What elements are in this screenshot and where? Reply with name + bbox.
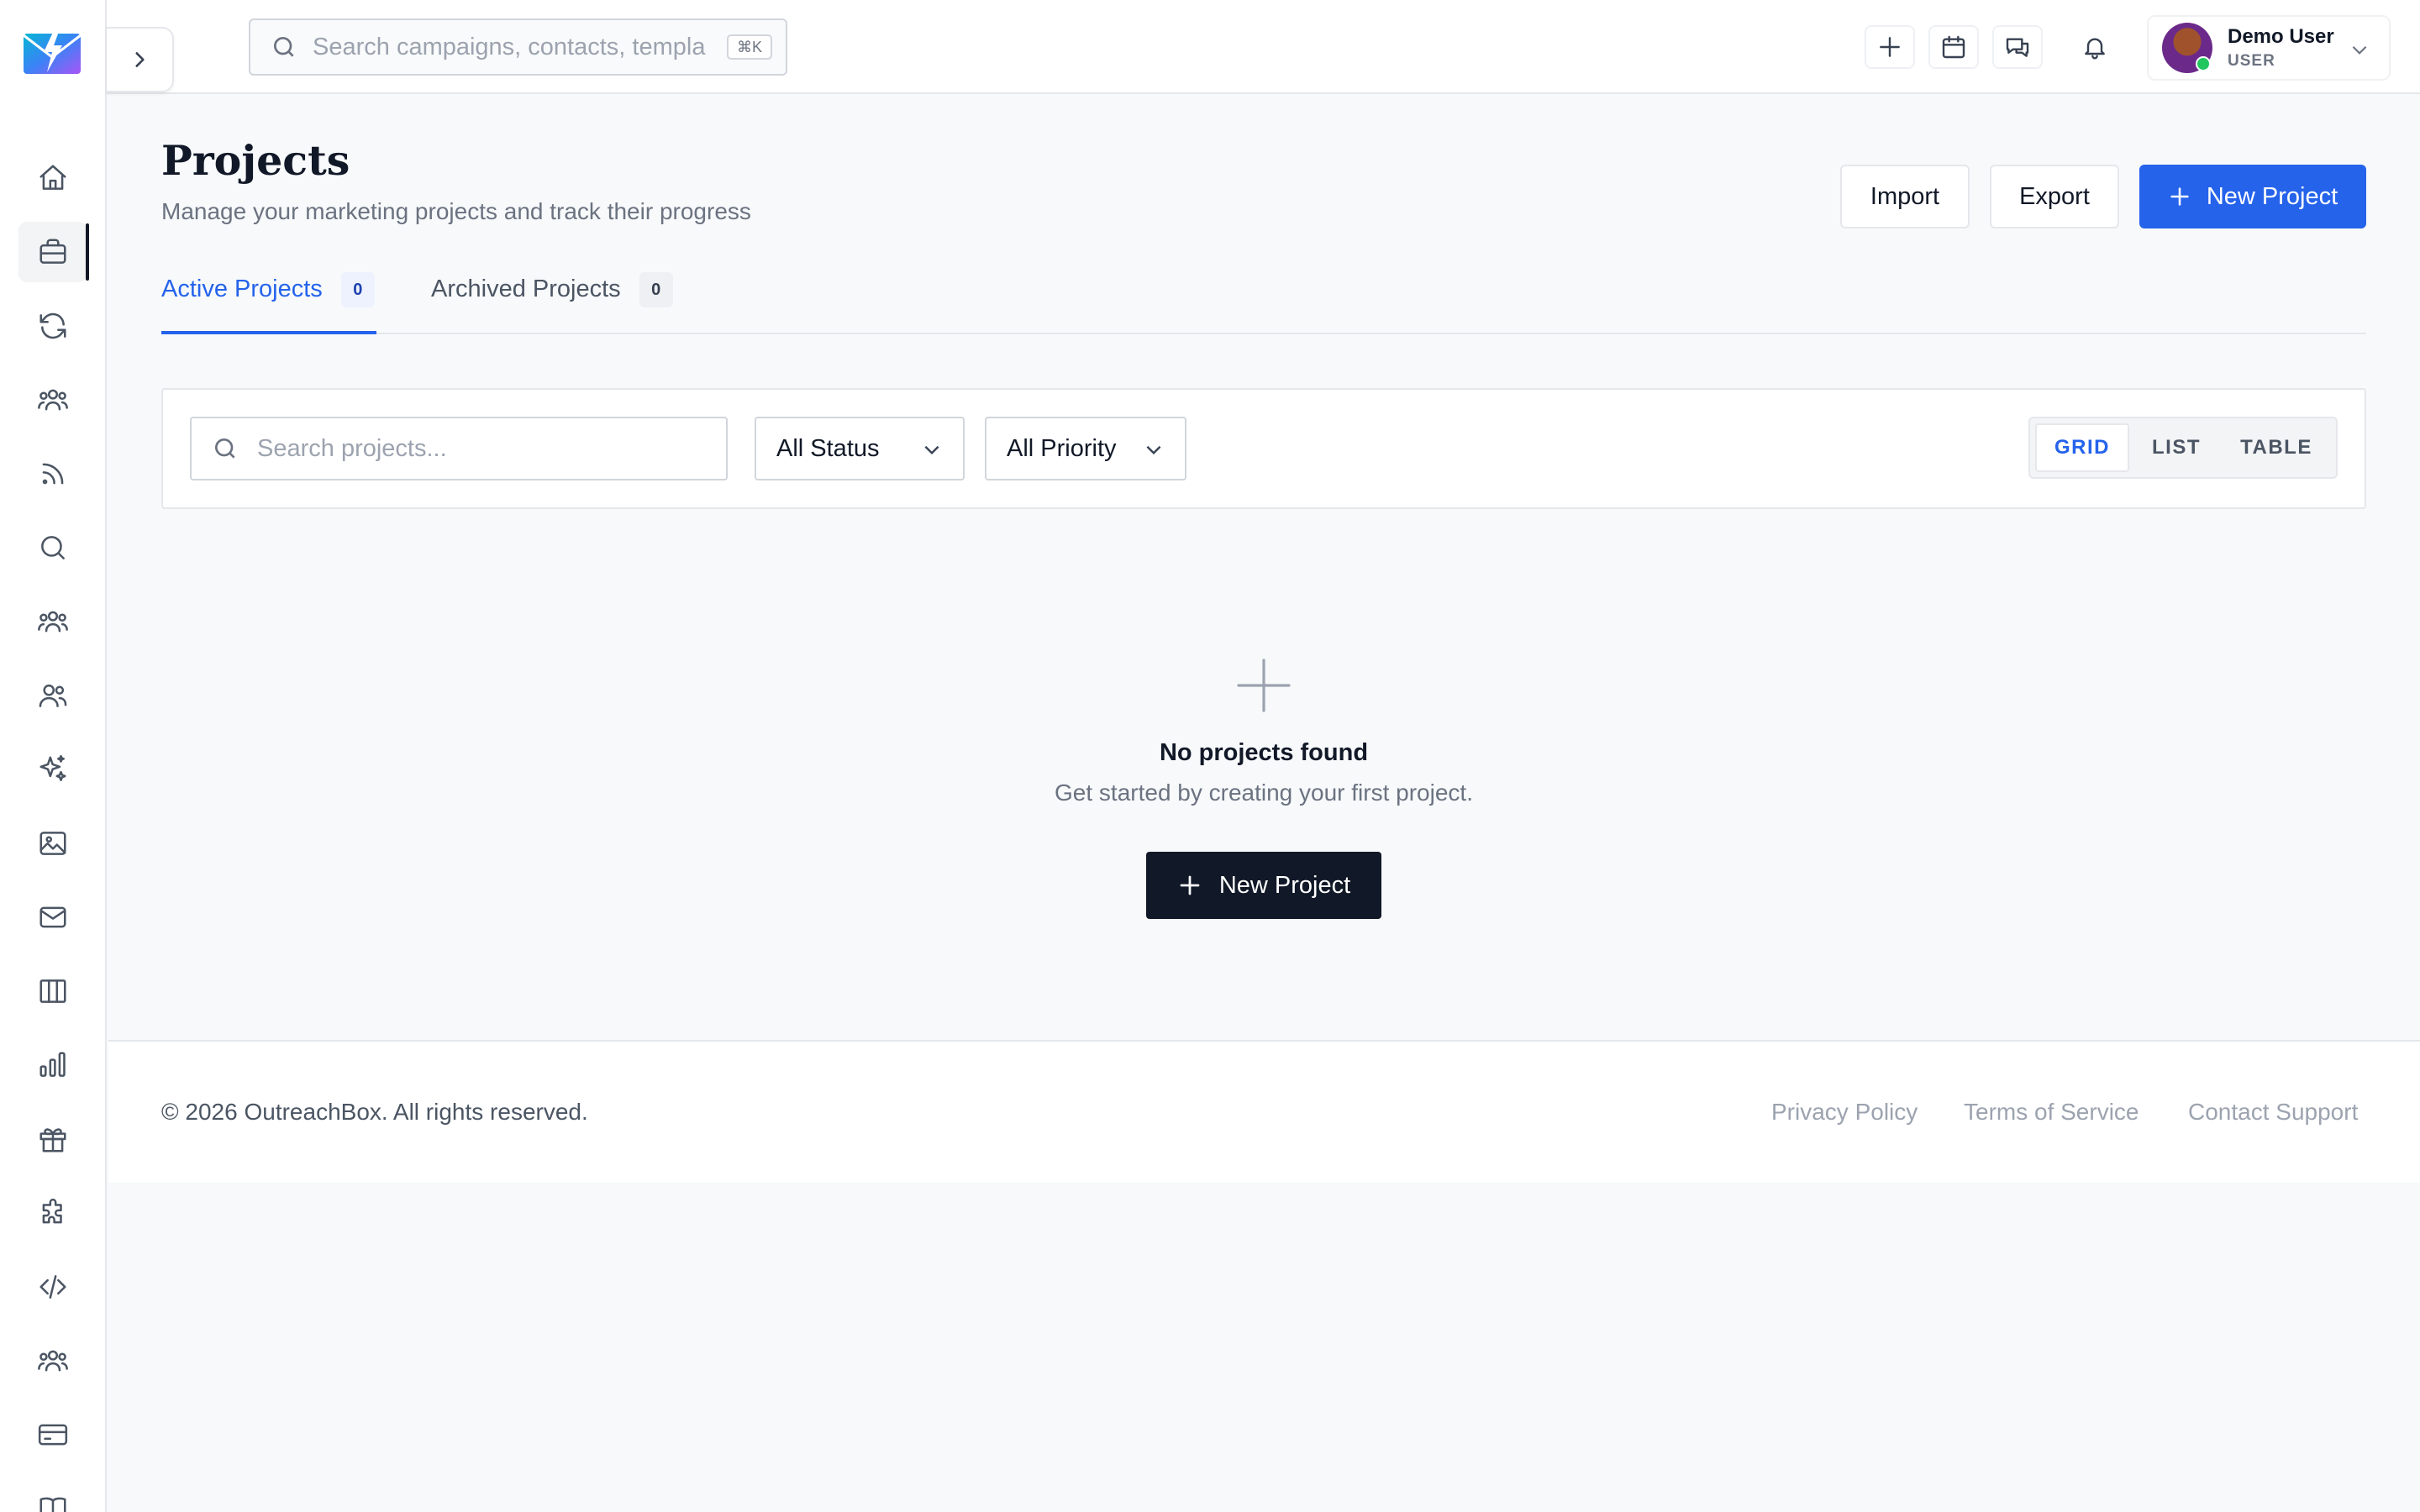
page-subtitle: Manage your marketing projects and track… bbox=[161, 198, 751, 224]
view-grid-button[interactable]: GRID bbox=[2035, 423, 2129, 472]
calendar-icon bbox=[1942, 35, 1965, 59]
users-group-icon bbox=[38, 611, 68, 633]
new-project-label: New Project bbox=[2206, 182, 2338, 210]
gift-icon bbox=[39, 1128, 66, 1152]
user-role: USER bbox=[2228, 52, 2275, 70]
sidebar-item-search[interactable] bbox=[18, 517, 87, 578]
empty-state-new-project-button[interactable]: New Project bbox=[1146, 852, 1381, 919]
view-mode-toggle: GRID LIST TABLE bbox=[2028, 417, 2338, 479]
terms-of-service-link[interactable]: Terms of Service bbox=[1964, 1099, 2139, 1126]
priority-filter-select[interactable]: All Priority bbox=[985, 417, 1186, 480]
users-icon bbox=[39, 684, 67, 707]
sidebar-item-boards[interactable] bbox=[18, 961, 87, 1021]
sidebar-item-automations[interactable] bbox=[18, 296, 87, 356]
view-table-button[interactable]: TABLE bbox=[2223, 423, 2329, 472]
calendar-button[interactable] bbox=[1928, 25, 1979, 69]
sidebar-item-projects[interactable] bbox=[18, 222, 89, 282]
sidebar-item-contacts[interactable] bbox=[18, 665, 87, 726]
plus-icon bbox=[1237, 659, 1291, 712]
bar-chart-icon bbox=[39, 1052, 66, 1077]
status-filter-select[interactable]: All Status bbox=[755, 417, 965, 480]
tab-label: Archived Projects bbox=[431, 276, 621, 302]
global-search-placeholder: Search campaigns, contacts, templa bbox=[313, 33, 706, 60]
copyright-text: © 2026 OutreachBox. All rights reserved. bbox=[161, 1099, 588, 1125]
sidebar-item-developer[interactable] bbox=[18, 1257, 87, 1317]
import-button[interactable]: Import bbox=[1840, 165, 1970, 228]
sidebar-item-docs[interactable] bbox=[18, 1478, 87, 1512]
search-icon bbox=[274, 37, 294, 57]
chevron-down-icon bbox=[1146, 445, 1161, 455]
empty-state-title: No projects found bbox=[1159, 739, 1369, 766]
project-search-input[interactable]: Search projects... bbox=[190, 417, 728, 480]
sidebar-item-email[interactable] bbox=[18, 887, 87, 948]
top-header: Search campaigns, contacts, templa ⌘K De… bbox=[107, 0, 2420, 94]
tab-count-badge: 0 bbox=[340, 272, 375, 307]
code-icon bbox=[39, 1275, 66, 1299]
credit-card-icon bbox=[38, 1424, 68, 1446]
notifications-button[interactable] bbox=[2070, 25, 2120, 69]
plus-icon bbox=[2170, 187, 2189, 206]
filter-bar: Search projects... All Status All Priori… bbox=[161, 388, 2366, 509]
sidebar-item-analytics[interactable] bbox=[18, 1035, 87, 1095]
tab-archived-projects[interactable]: Archived Projects 0 bbox=[431, 267, 683, 334]
mail-icon bbox=[39, 906, 66, 928]
global-search-input[interactable]: Search campaigns, contacts, templa ⌘K bbox=[249, 18, 787, 76]
app-logo-icon[interactable] bbox=[22, 25, 82, 76]
puzzle-icon bbox=[42, 1198, 62, 1224]
users-group-icon bbox=[38, 1350, 68, 1372]
plus-icon bbox=[1880, 37, 1900, 57]
tab-count-badge: 0 bbox=[639, 272, 673, 307]
new-project-button[interactable]: New Project bbox=[2139, 165, 2366, 228]
search-icon bbox=[215, 438, 235, 459]
empty-state-button-label: New Project bbox=[1218, 871, 1351, 899]
sidebar-toggle-button[interactable] bbox=[107, 27, 174, 92]
sidebar-item-teams[interactable] bbox=[18, 591, 87, 652]
project-tabs: Active Projects 0 Archived Projects 0 bbox=[161, 267, 2366, 334]
chat-icon bbox=[2006, 38, 2029, 57]
home-icon bbox=[39, 165, 66, 190]
status-filter-value: All Status bbox=[776, 434, 880, 462]
rss-icon bbox=[42, 463, 64, 485]
search-icon bbox=[41, 536, 65, 559]
users-group-icon bbox=[38, 389, 68, 411]
page-title: Projects bbox=[161, 136, 350, 185]
refresh-icon bbox=[39, 312, 66, 339]
sidebar-item-integrations[interactable] bbox=[18, 1183, 87, 1243]
sidebar-item-home[interactable] bbox=[18, 148, 87, 208]
search-shortcut-badge: ⌘K bbox=[726, 34, 772, 60]
contact-support-link[interactable]: Contact Support bbox=[2188, 1099, 2358, 1126]
priority-filter-value: All Priority bbox=[1007, 434, 1117, 462]
tab-label: Active Projects bbox=[161, 276, 323, 302]
book-icon bbox=[39, 1497, 66, 1512]
image-icon bbox=[39, 832, 66, 855]
chevron-down-icon bbox=[2352, 45, 2367, 55]
user-name: Demo User bbox=[2228, 25, 2334, 48]
columns-icon bbox=[39, 979, 66, 1003]
tab-active-projects[interactable]: Active Projects 0 bbox=[161, 267, 376, 334]
export-button[interactable]: Export bbox=[1990, 165, 2119, 228]
briefcase-icon bbox=[39, 239, 66, 264]
sidebar-item-audiences[interactable] bbox=[18, 370, 87, 430]
sidebar-item-community[interactable] bbox=[18, 1331, 87, 1391]
chevron-right-icon bbox=[135, 52, 145, 67]
view-list-button[interactable]: LIST bbox=[2134, 423, 2218, 472]
sidebar-item-rewards[interactable] bbox=[18, 1109, 87, 1169]
plus-icon bbox=[1180, 875, 1200, 895]
chevron-down-icon bbox=[924, 445, 939, 455]
sidebar-item-media[interactable] bbox=[18, 813, 87, 874]
avatar bbox=[2162, 23, 2212, 73]
user-menu[interactable]: Demo User USER bbox=[2147, 15, 2391, 81]
bell-icon bbox=[2085, 38, 2105, 60]
project-search-placeholder: Search projects... bbox=[257, 434, 447, 462]
messages-button[interactable] bbox=[1992, 25, 2043, 69]
sidebar-item-billing[interactable] bbox=[18, 1404, 87, 1465]
empty-state-description: Get started by creating your first proje… bbox=[1055, 780, 1473, 806]
privacy-policy-link[interactable]: Privacy Policy bbox=[1771, 1099, 1918, 1126]
footer: © 2026 OutreachBox. All rights reserved.… bbox=[108, 1040, 2420, 1183]
sidebar-item-feeds[interactable] bbox=[18, 444, 87, 504]
quick-add-button[interactable] bbox=[1865, 25, 1915, 69]
